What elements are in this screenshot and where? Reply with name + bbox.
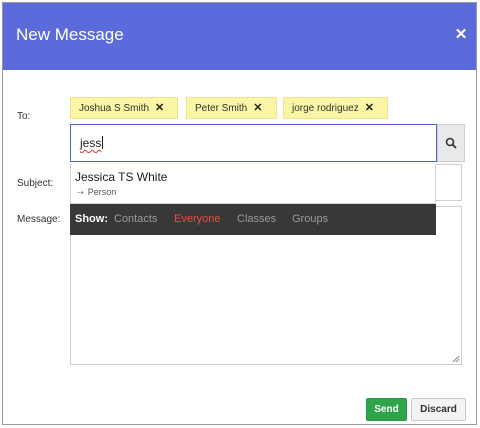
show-label: Show: bbox=[75, 213, 108, 225]
recipient-chip: Joshua S Smith ✕ bbox=[70, 97, 178, 119]
show-filter-bar: Show: Contacts Everyone Classes Groups bbox=[70, 204, 436, 235]
search-icon bbox=[445, 137, 457, 149]
to-input-text: jess bbox=[80, 136, 102, 150]
dialog-header: New Message ✕ bbox=[3, 3, 476, 70]
suggestion-type-label: Person bbox=[87, 187, 117, 197]
remove-recipient-icon[interactable]: ✕ bbox=[253, 98, 262, 118]
new-message-dialog: New Message ✕ To: Subject: Message: Josh… bbox=[2, 2, 477, 425]
filter-contacts[interactable]: Contacts bbox=[114, 213, 157, 225]
close-icon[interactable]: ✕ bbox=[454, 27, 468, 42]
suggestion-type: ⇢ Person bbox=[77, 187, 116, 197]
discard-button[interactable]: Discard bbox=[411, 398, 466, 421]
recipient-name: jorge rodriguez bbox=[292, 103, 359, 114]
dialog-title: New Message bbox=[16, 25, 124, 44]
to-input[interactable]: jess bbox=[70, 124, 437, 162]
remove-recipient-icon[interactable]: ✕ bbox=[365, 98, 374, 118]
arrow-right-icon: ⇢ bbox=[77, 188, 84, 197]
search-button[interactable] bbox=[437, 124, 465, 162]
recipient-name: Peter Smith bbox=[195, 103, 248, 114]
recipient-chip: jorge rodriguez ✕ bbox=[283, 97, 388, 119]
subject-label: Subject: bbox=[17, 178, 54, 189]
recipient-chip: Peter Smith ✕ bbox=[186, 97, 277, 119]
suggestion-item[interactable]: Jessica TS White ⇢ Person bbox=[70, 164, 436, 204]
to-label: To: bbox=[17, 111, 31, 122]
text-caret bbox=[102, 136, 104, 149]
recipient-name: Joshua S Smith bbox=[79, 103, 150, 114]
send-button[interactable]: Send bbox=[366, 398, 407, 421]
remove-recipient-icon[interactable]: ✕ bbox=[155, 98, 164, 118]
filter-classes[interactable]: Classes bbox=[237, 213, 276, 225]
resize-handle-icon[interactable] bbox=[452, 355, 460, 363]
filter-groups[interactable]: Groups bbox=[292, 213, 328, 225]
message-label: Message: bbox=[17, 214, 61, 225]
suggestion-name: Jessica TS White bbox=[75, 170, 168, 184]
filter-everyone[interactable]: Everyone bbox=[174, 213, 220, 225]
